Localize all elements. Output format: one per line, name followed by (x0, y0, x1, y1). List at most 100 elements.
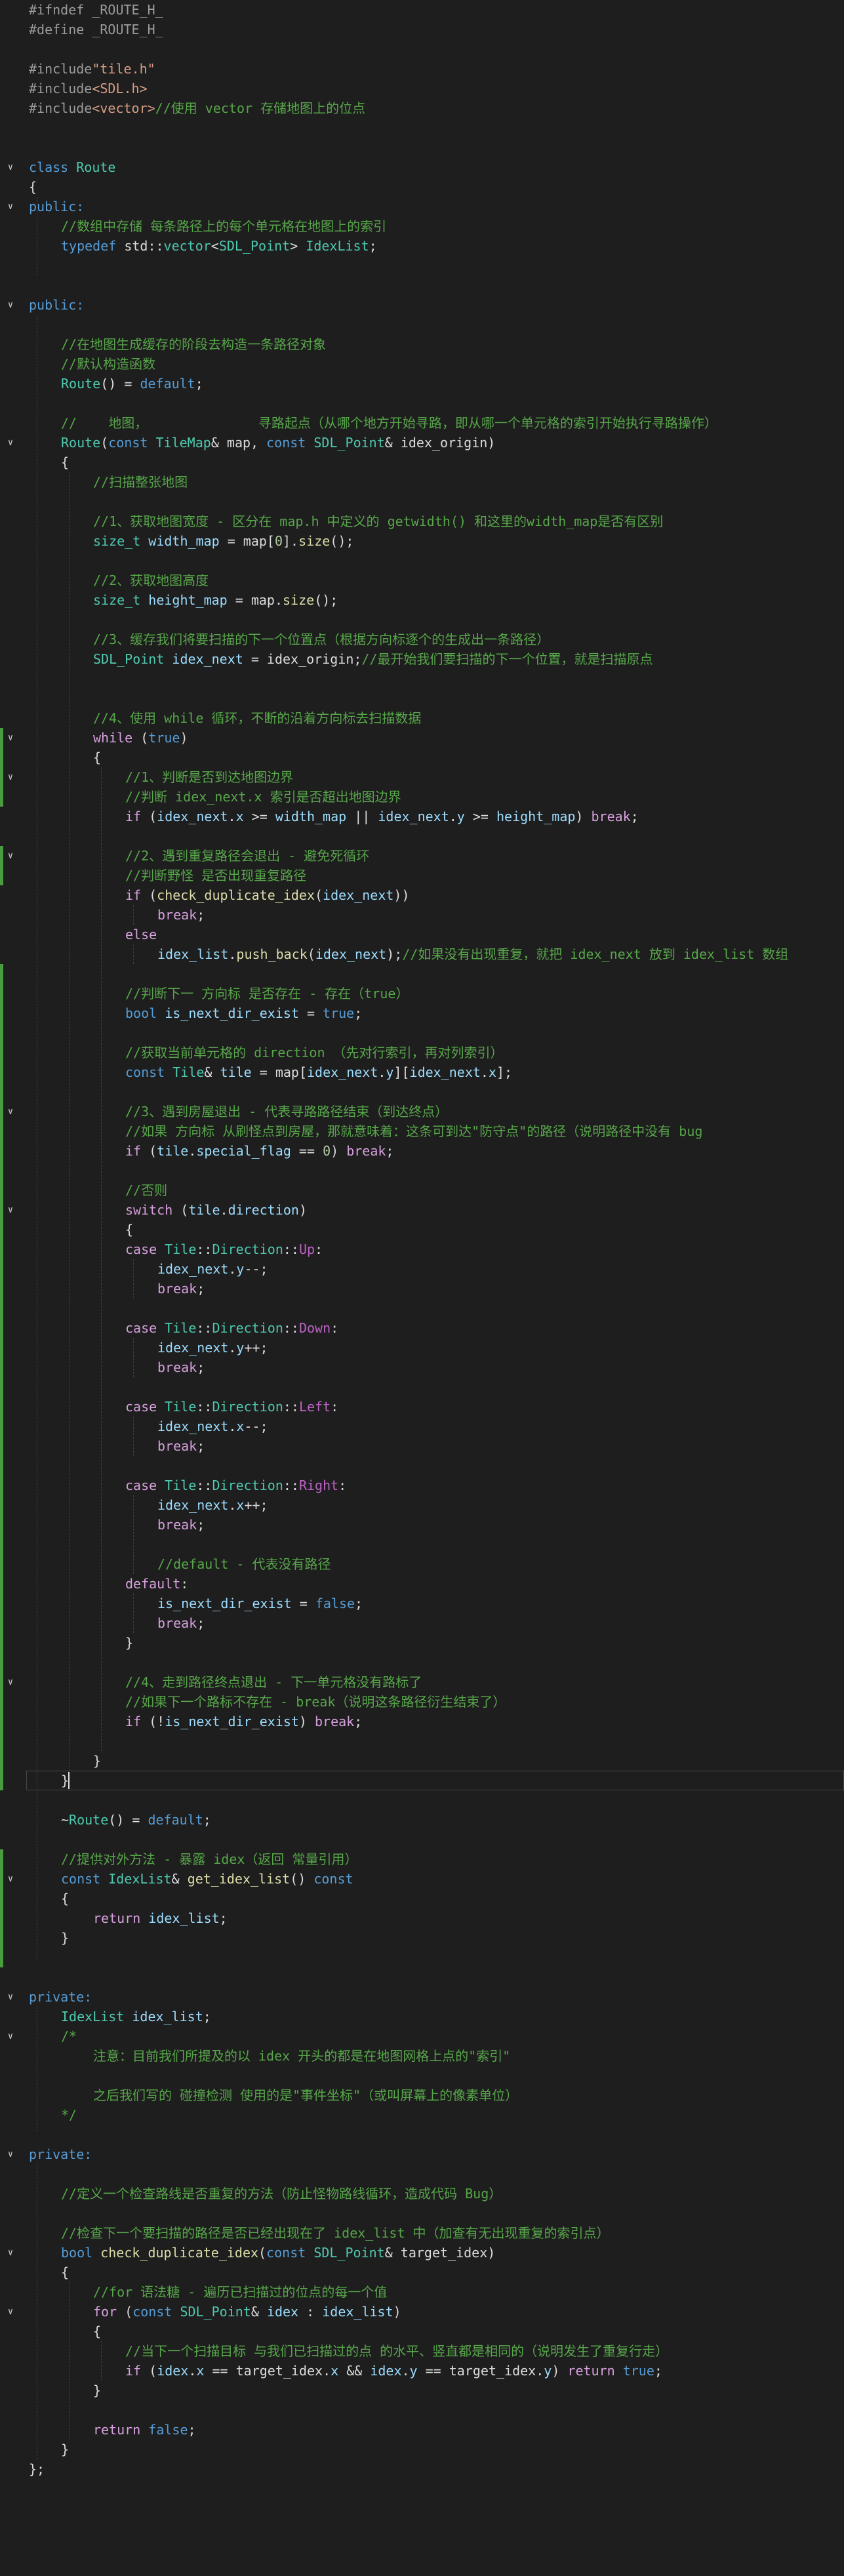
code-line[interactable]: return idex_list; (93, 1908, 228, 1928)
code-line[interactable]: break; (157, 1515, 205, 1535)
code-line[interactable]: SDL_Point idex_next = idex_origin;//最开始我… (93, 649, 653, 669)
code-line[interactable]: case Tile::Direction::Right: (125, 1476, 346, 1495)
code-line[interactable]: size_t height_map = map.size(); (93, 590, 338, 610)
code-line[interactable]: //3、缓存我们将要扫描的下一个位置点（根据方向标逐个的生成出一条路径） (93, 630, 550, 649)
code-line[interactable]: //4、走到路径终点退出 - 下一单元格没有路标了 (125, 1672, 422, 1692)
code-line[interactable]: break; (157, 1279, 205, 1298)
code-line[interactable]: const IdexList& get_idex_list() const (61, 1869, 353, 1889)
code-line[interactable]: //如果下一个路标不存在 - break（说明这条路径衍生结束了） (125, 1692, 506, 1712)
fold-chevron-icon[interactable]: ∨ (6, 773, 15, 782)
code-line[interactable]: /* (61, 2026, 77, 2046)
code-line[interactable]: public: (29, 197, 84, 216)
code-line[interactable]: { (93, 748, 101, 767)
code-line[interactable]: #ifndef _ROUTE_H_ (29, 0, 163, 20)
code-line[interactable]: { (61, 2263, 69, 2282)
fold-chevron-icon[interactable]: ∨ (6, 2248, 15, 2257)
code-line[interactable]: idex_list.push_back(idex_next);//如果没有出现重… (157, 944, 788, 964)
code-line[interactable]: // 地图， 寻路起点（从哪个地方开始寻路，即从哪一个单元格的索引开始执行寻路操… (61, 413, 717, 433)
code-line[interactable]: idex_next.x++; (157, 1495, 268, 1515)
code-line[interactable]: //判断下一 方向标 是否存在 - 存在（true） (125, 984, 409, 1003)
fold-chevron-icon[interactable]: ∨ (6, 202, 15, 211)
code-line[interactable]: class Route (29, 157, 115, 177)
code-line[interactable]: is_next_dir_exist = false; (157, 1594, 363, 1613)
code-line[interactable]: public: (29, 295, 84, 315)
code-line[interactable]: //默认构造函数 (61, 354, 155, 374)
code-line[interactable]: switch (tile.direction) (125, 1200, 307, 1220)
fold-chevron-icon[interactable]: ∨ (6, 1874, 15, 1883)
code-line[interactable]: } (125, 1633, 133, 1653)
code-line[interactable]: #include<SDL.h> (29, 79, 148, 98)
code-line[interactable]: } (93, 2381, 101, 2400)
code-line[interactable]: idex_next.y++; (157, 1338, 268, 1358)
code-line[interactable]: //定义一个检查路线是否重复的方法（防止怪物路线循环，造成代码 Bug） (61, 2184, 502, 2204)
code-line[interactable]: #include<vector>//使用 vector 存储地图上的位点 (29, 98, 365, 118)
code-line[interactable]: if (!is_next_dir_exist) break; (125, 1712, 362, 1731)
fold-chevron-icon[interactable]: ∨ (6, 733, 15, 742)
code-line[interactable]: { (61, 1889, 69, 1908)
code-line[interactable]: #define _ROUTE_H_ (29, 20, 163, 39)
code-line[interactable]: { (93, 2322, 101, 2341)
code-line[interactable]: size_t width_map = map[0].size(); (93, 531, 353, 551)
code-line[interactable]: */ (61, 2105, 77, 2125)
code-line[interactable]: idex_next.x--; (157, 1417, 268, 1436)
code-line[interactable]: //在地图生成缓存的阶段去构造一条路径对象 (61, 334, 326, 354)
code-line[interactable]: IdexList idex_list; (61, 2007, 211, 2026)
code-line[interactable]: //检查下一个要扫描的路径是否已经出现在了 idex_list 中（加查有无出现… (61, 2223, 610, 2243)
code-line[interactable]: case Tile::Direction::Up: (125, 1239, 323, 1259)
code-line[interactable]: ~Route() = default; (61, 1810, 211, 1830)
code-line[interactable]: //1、判断是否到达地图边界 (125, 767, 293, 787)
code-line[interactable]: break; (157, 1358, 205, 1377)
code-line[interactable]: //2、获取地图高度 (93, 571, 209, 590)
code-line[interactable]: { (125, 1220, 133, 1239)
code-line[interactable]: private: (29, 2144, 92, 2164)
code-line[interactable]: Route(const TileMap& map, const SDL_Poin… (61, 433, 495, 453)
code-line[interactable]: //2、遇到重复路径会退出 - 避免死循环 (125, 846, 369, 866)
fold-chevron-icon[interactable]: ∨ (6, 438, 15, 447)
fold-chevron-icon[interactable]: ∨ (6, 2150, 15, 2159)
fold-chevron-icon[interactable]: ∨ (6, 1107, 15, 1116)
code-line[interactable]: } (61, 1928, 69, 1948)
code-line[interactable]: while (true) (93, 728, 188, 748)
code-line[interactable]: //判断野怪 是否出现重复路径 (125, 866, 306, 885)
code-line[interactable]: bool is_next_dir_exist = true; (125, 1003, 362, 1023)
code-line[interactable]: Route() = default; (61, 374, 203, 393)
code-line[interactable]: //判断 idex_next.x 索引是否超出地图边界 (125, 787, 401, 807)
fold-chevron-icon[interactable]: ∨ (6, 1678, 15, 1687)
code-line[interactable]: //提供对外方法 - 暴露 idex（返回 常量引用） (61, 1849, 357, 1869)
code-line[interactable]: default: (125, 1574, 188, 1594)
fold-chevron-icon[interactable]: ∨ (6, 300, 15, 310)
code-line[interactable]: //扫描整张地图 (93, 472, 188, 492)
code-line[interactable]: break; (157, 905, 205, 925)
code-line[interactable]: } (93, 1751, 101, 1771)
fold-chevron-icon[interactable]: ∨ (6, 2032, 15, 2041)
code-line[interactable]: } (61, 2440, 69, 2459)
fold-chevron-icon[interactable]: ∨ (6, 1205, 15, 1215)
code-line[interactable]: if (idex.x == target_idex.x && idex.y ==… (125, 2361, 662, 2381)
code-line[interactable]: for (const SDL_Point& idex : idex_list) (93, 2302, 401, 2322)
fold-chevron-icon[interactable]: ∨ (6, 2307, 15, 2316)
code-line[interactable]: break; (157, 1436, 205, 1456)
code-editor[interactable]: #ifndef _ROUTE_H_ #define _ROUTE_H_ #inclu… (0, 0, 844, 2576)
code-line[interactable]: 注意：目前我们所提及的以 idex 开头的都是在地图网格上点的"索引" (93, 2046, 510, 2066)
code-line[interactable]: }; (29, 2459, 45, 2479)
code-line[interactable]: //如果 方向标 从刷怪点到房屋，那就意味着：这条可到达"防守点"的路径（说明路… (125, 1121, 702, 1141)
code-line[interactable]: case Tile::Direction::Left: (125, 1397, 338, 1417)
code-line[interactable]: //否则 (125, 1180, 167, 1200)
code-line[interactable]: typedef std::vector<SDL_Point> IdexList; (61, 236, 377, 256)
code-line[interactable]: if (idex_next.x >= width_map || idex_nex… (125, 807, 639, 826)
code-line[interactable]: return false; (93, 2420, 196, 2440)
code-line[interactable]: //当下一个扫描目标 与我们已扫描过的点 的水平、竖直都是相同的（说明发生了重复… (125, 2341, 668, 2361)
fold-chevron-icon[interactable]: ∨ (6, 1992, 15, 2002)
code-line[interactable]: //获取当前单元格的 direction （先对行索引，再对列索引） (125, 1043, 504, 1062)
code-line[interactable]: //数组中存储 每条路径上的每个单元格在地图上的索引 (61, 216, 386, 236)
code-line[interactable]: //1、获取地图宽度 - 区分在 map.h 中定义的 getwidth() 和… (93, 512, 663, 531)
code-line[interactable]: case Tile::Direction::Down: (125, 1318, 338, 1338)
code-line[interactable]: idex_next.y--; (157, 1259, 268, 1279)
code-line[interactable]: //4、使用 while 循环，不断的沿着方向标去扫描数据 (93, 708, 421, 728)
code-line[interactable]: //3、遇到房屋退出 - 代表寻路路径结束（到达终点） (125, 1102, 448, 1121)
code-line[interactable]: } (61, 1771, 69, 1790)
code-line[interactable]: //for 语法糖 - 遍历已扫描过的位点的每一个值 (93, 2282, 387, 2302)
code-line[interactable]: { (29, 177, 37, 197)
code-line[interactable]: #include"tile.h" (29, 59, 155, 79)
code-line[interactable]: 之后我们写的 碰撞检测 使用的是"事件坐标"（或叫屏幕上的像素单位） (93, 2085, 518, 2105)
